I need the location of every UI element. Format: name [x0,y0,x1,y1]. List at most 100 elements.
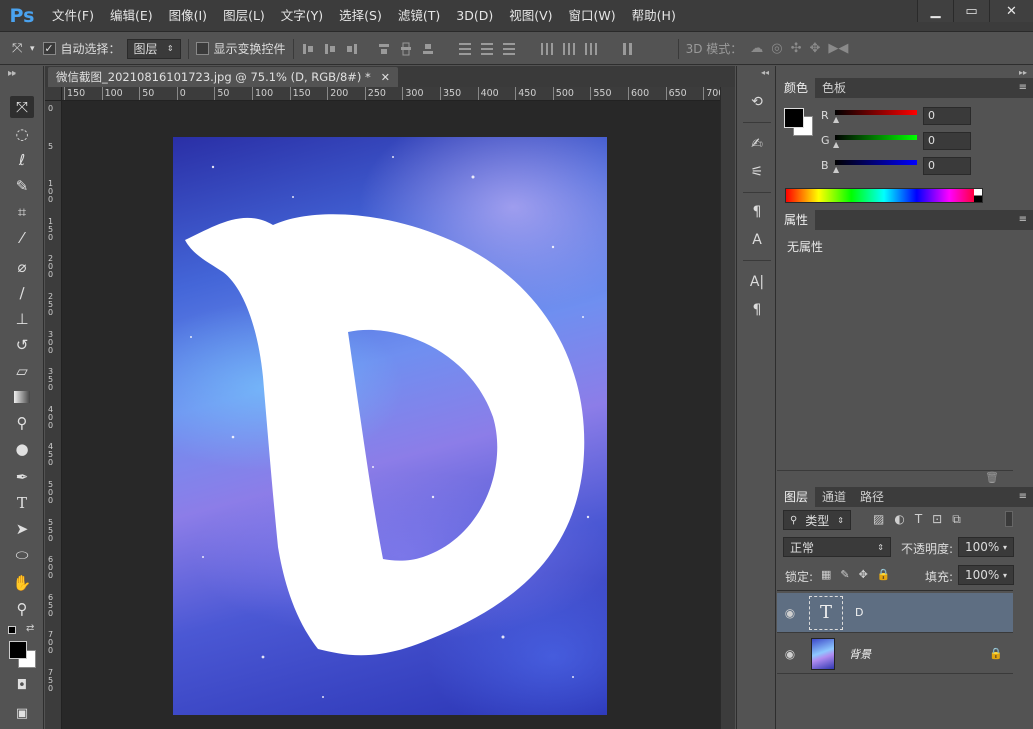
menu-view[interactable]: 视图(V) [501,0,560,32]
ruler-origin[interactable] [45,87,62,101]
vertical-ruler[interactable]: 0 5 1 0 0 1 5 0 2 0 0 2 5 0 3 0 0 3 5 0 4 0 0 4 5… [45,101,62,729]
lock-all-icon[interactable]: 🔒 [877,568,891,581]
document-canvas[interactable] [173,137,607,715]
filter-adjustment-icon[interactable]: ◐ [894,512,904,527]
menu-layer[interactable]: 图层(L) [215,0,273,32]
lock-transparent-icon[interactable]: ▦ [821,568,831,581]
filter-icons-group[interactable]: ▨ ◐ T ⊡ ⧉ [873,512,961,527]
strip-collapse-icon[interactable]: ◂◂ [761,68,769,77]
menu-edit[interactable]: 编辑(E) [102,0,161,32]
layer-row-text[interactable]: ◉ T D [777,593,1013,633]
menu-type[interactable]: 文字(Y) [273,0,331,32]
document-tab[interactable]: 微信截图_20210816101723.jpg @ 75.1% (D, RGB/… [48,67,399,87]
filter-toggle[interactable] [1005,511,1013,527]
tabbar-collapse-icon[interactable]: ▸▸ [8,69,16,78]
close-tab-icon[interactable]: ✕ [381,71,390,84]
show-transform-checkbox[interactable] [195,42,209,55]
paragraph-panel-icon[interactable]: ¶ [747,300,767,320]
filter-type-icon[interactable]: T [915,512,922,527]
hand-tool-icon[interactable]: ✋ [10,572,34,594]
tab-layers[interactable]: 图层 [777,487,816,507]
history-panel-icon[interactable]: ⟲ [747,92,767,112]
shape-tool-icon[interactable]: ⬭ [10,544,34,566]
align-icons-group[interactable] [301,41,671,57]
screen-mode-icon[interactable]: ▣ [10,702,34,724]
layer-name[interactable]: D [855,606,863,619]
r-value-field[interactable]: 0 [923,107,971,125]
move-tool-icon[interactable]: ⤧ [10,96,34,118]
eyedropper-tool-icon[interactable]: ⁄ [10,227,34,249]
g-slider-thumb-icon[interactable]: ▲ [833,140,839,149]
auto-select-target-dropdown[interactable]: 图层 ⇕ [126,38,181,59]
zoom-tool-icon[interactable]: ⚲ [10,598,34,620]
auto-select-checkbox[interactable]: ✓ [42,42,56,55]
layer-name[interactable]: 背景 [849,646,871,662]
layer-row-background[interactable]: ◉ 背景 🔒 [777,634,1013,674]
character-styles-icon[interactable]: A [747,230,767,250]
color-spectrum-ramp[interactable] [785,188,983,203]
foreground-color-swatch[interactable] [9,641,27,659]
panel-menu-icon[interactable]: ≡ [1019,214,1027,225]
brush-presets-icon[interactable]: ⚟ [747,162,767,182]
filter-pixel-icon[interactable]: ▨ [873,512,884,527]
visibility-eye-icon[interactable]: ◉ [777,647,803,661]
foreground-color-chip[interactable] [784,108,804,128]
menu-window[interactable]: 窗口(W) [561,0,624,32]
healing-brush-tool-icon[interactable]: ⌀ [10,256,34,278]
path-select-tool-icon[interactable]: ➤ [10,518,34,540]
fill-field[interactable]: 100% ▾ [958,565,1014,585]
gradient-tool-icon[interactable] [10,386,34,408]
visibility-eye-icon[interactable]: ◉ [777,606,803,620]
lock-image-icon[interactable]: ✎ [840,568,849,581]
r-slider-thumb-icon[interactable]: ▲ [833,115,839,124]
close-button[interactable]: ✕ [989,0,1033,22]
3d-drag-icon[interactable]: ✣ [791,41,802,56]
minimize-button[interactable]: ▁ [917,0,953,22]
tab-color[interactable]: 颜色 [777,78,816,98]
menu-3d[interactable]: 3D(D) [448,0,501,32]
move-tool-icon[interactable]: ⤧ [12,41,26,56]
panel-menu-icon[interactable]: ≡ [1019,491,1027,502]
panel-menu-icon[interactable]: ≡ [1019,82,1027,93]
horizontal-ruler[interactable]: 150 100 50 0 50 100 150 200 250 300 350 400 450 500 55… [62,87,720,101]
3d-rotate-icon[interactable]: ☁ [750,41,763,56]
crop-tool-icon[interactable]: ⌗ [10,201,34,223]
eraser-tool-icon[interactable]: ▱ [10,360,34,382]
quick-mask-icon[interactable]: ◘ [10,674,34,696]
g-slider[interactable] [835,135,917,140]
blend-mode-dropdown[interactable]: 正常 ⇕ [783,537,891,557]
lasso-tool-icon[interactable]: ℓ [10,149,34,171]
clone-stamp-tool-icon[interactable]: ⊥ [10,308,34,330]
tab-swatches[interactable]: 色板 [815,78,853,98]
dodge-tool-icon[interactable]: ● [10,438,34,460]
opacity-field[interactable]: 100% ▾ [958,537,1014,557]
tab-properties[interactable]: 属性 [777,210,816,230]
panel-collapse-icon[interactable]: ▸▸ [1019,68,1027,77]
tool-preset-dropdown-icon[interactable]: ▾ [30,44,35,54]
blur-tool-icon[interactable]: ⚲ [10,412,34,434]
b-slider-thumb-icon[interactable]: ▲ [833,165,839,174]
g-value-field[interactable]: 0 [923,132,971,150]
history-brush-tool-icon[interactable]: ↺ [10,334,34,356]
trash-icon[interactable]: 🗑 [985,471,999,484]
character-panel-icon[interactable]: A| [747,272,767,292]
brush-panel-icon[interactable]: ✍ [747,134,767,154]
chevron-down-icon[interactable]: ▾ [1003,543,1007,552]
menu-help[interactable]: 帮助(H) [624,0,684,32]
menu-image[interactable]: 图像(I) [161,0,215,32]
3d-slide-icon[interactable]: ✥ [810,41,821,56]
r-slider[interactable] [835,110,917,115]
menu-filter[interactable]: 滤镜(T) [390,0,448,32]
brush-tool-icon[interactable]: ∕ [10,282,34,304]
layer-filter-dropdown[interactable]: ⚲ 类型 ⇕ [783,510,851,530]
3d-roll-icon[interactable]: ◎ [771,41,782,56]
tab-paths[interactable]: 路径 [853,487,891,507]
menu-file[interactable]: 文件(F) [44,0,102,32]
b-slider[interactable] [835,160,917,165]
menu-select[interactable]: 选择(S) [331,0,390,32]
pen-tool-icon[interactable]: ✒ [10,466,34,488]
b-value-field[interactable]: 0 [923,157,971,175]
canvas-scrollbar[interactable] [720,87,735,729]
maximize-button[interactable]: ▭ [953,0,989,22]
filter-shape-icon[interactable]: ⊡ [932,512,942,527]
